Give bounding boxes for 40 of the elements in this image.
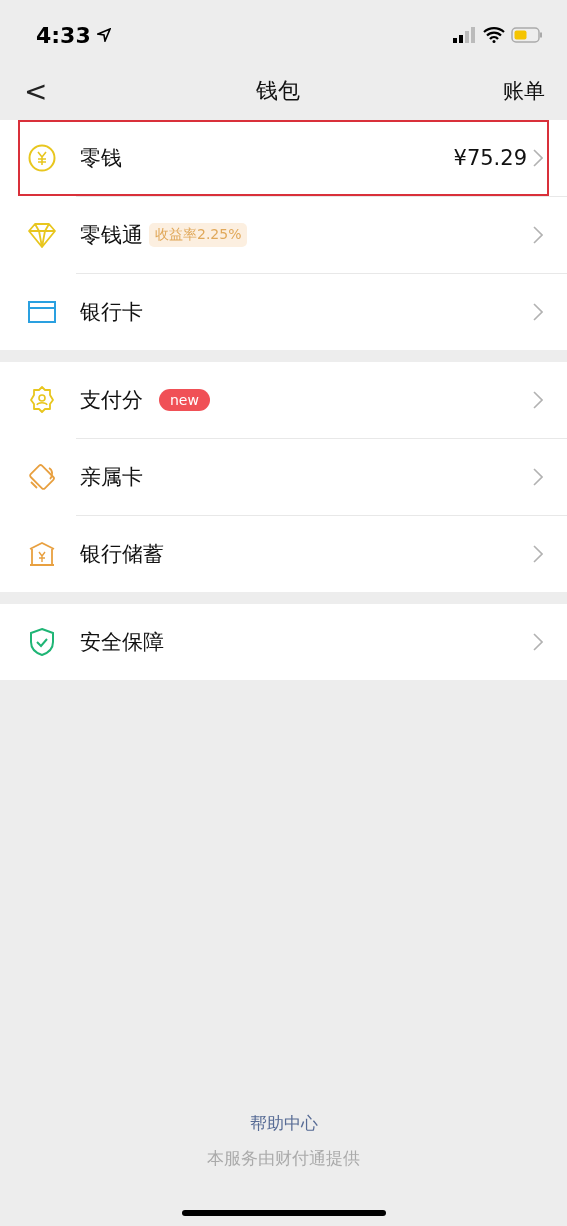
rate-badge: 收益率2.25% [149, 223, 248, 247]
list-item[interactable]: 亲属卡 [18, 439, 549, 515]
highlighted-list-item[interactable]: 零钱 ¥75.29 [18, 120, 549, 196]
status-time: 4:33 [36, 22, 91, 48]
item-label: 安全保障 [80, 629, 164, 656]
shield-check-icon [28, 627, 56, 657]
bank-icon [27, 540, 57, 568]
back-button[interactable]: < [18, 74, 54, 108]
item-label: 零钱 [80, 145, 122, 172]
bill-button[interactable]: 账单 [503, 77, 545, 105]
chevron-right-icon [533, 633, 543, 651]
chevron-right-icon [533, 545, 543, 563]
chevron-right-icon [533, 226, 543, 244]
chevron-right-icon [533, 303, 543, 321]
card-icon [27, 300, 57, 324]
new-badge: new [159, 389, 210, 411]
item-label: 亲属卡 [80, 464, 143, 491]
item-label: 零钱通 [80, 222, 143, 249]
list-item[interactable]: 银行储蓄 [18, 516, 549, 592]
chevron-right-icon [533, 149, 543, 167]
list-item[interactable]: 零钱通 收益率2.25% [18, 197, 549, 273]
location-arrow-icon [96, 28, 111, 42]
item-label: 银行储蓄 [80, 541, 164, 568]
yuan-coin-icon [27, 143, 57, 173]
page-title: 钱包 [256, 77, 301, 105]
badge-person-icon [27, 385, 57, 415]
item-label: 支付分 [80, 387, 143, 414]
signal-icon [453, 27, 477, 43]
item-label: 银行卡 [80, 299, 143, 326]
provider-note: 本服务由财付通提供 [207, 1147, 360, 1170]
list-item[interactable]: 支付分 new [18, 362, 549, 438]
diamond-icon [27, 221, 57, 249]
balance-amount: ¥75.29 [453, 146, 527, 170]
wifi-icon [483, 27, 505, 43]
cards-icon [27, 462, 57, 492]
help-center-link[interactable]: 帮助中心 [249, 1112, 318, 1135]
chevron-right-icon [533, 468, 543, 486]
chevron-right-icon [533, 391, 543, 409]
list-item[interactable]: 银行卡 [18, 274, 549, 350]
battery-icon [511, 27, 543, 43]
